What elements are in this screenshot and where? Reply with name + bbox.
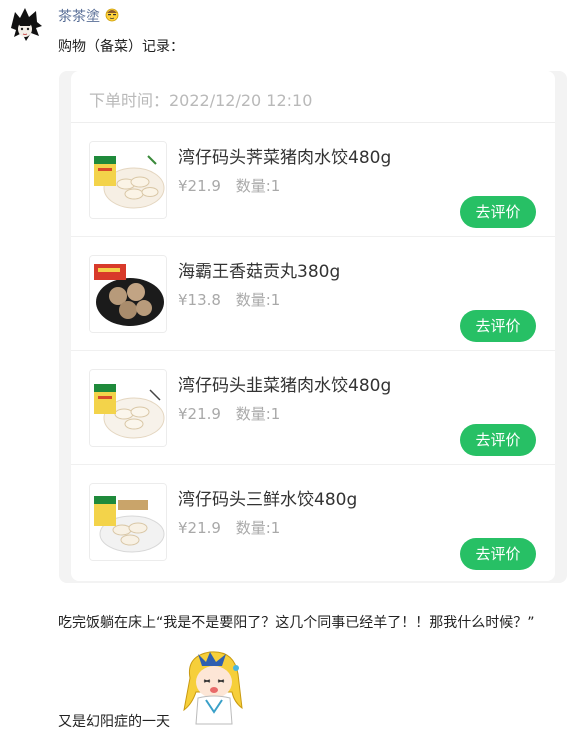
product-meta: ¥21.9 数量:1 [178, 403, 280, 424]
review-button[interactable]: 去评价 [460, 310, 536, 342]
order-item[interactable]: 湾仔码头三鲜水饺480g ¥21.9 数量:1 去评价 [71, 465, 555, 579]
product-name[interactable]: 湾仔码头荠菜猪肉水饺480g [178, 143, 391, 168]
post-caption: 吃完饭躺在床上“我是不是要阳了？这几个同事已经羊了！！那我什么时候？” [58, 615, 535, 631]
order-item[interactable]: 湾仔码头韭菜猪肉水饺480g ¥21.9 数量:1 去评价 [71, 351, 555, 465]
avatar[interactable] [6, 6, 44, 44]
anime-girl-sticker[interactable] [176, 648, 252, 728]
product-name[interactable]: 湾仔码头韭菜猪肉水饺480g [178, 371, 391, 396]
order-item[interactable]: 湾仔码头荠菜猪肉水饺480g ¥21.9 数量:1 去评价 [71, 123, 555, 237]
order-panel: 下单时间：2022/12/20 12:10 湾仔码头荠菜猪肉水饺480g ¥21… [71, 71, 555, 581]
product-meta: ¥21.9 数量:1 [178, 517, 280, 538]
product-price: ¥21.9 [178, 177, 221, 195]
product-price: ¥21.9 [178, 519, 221, 537]
product-meta: ¥13.8 数量:1 [178, 289, 280, 310]
order-card: 下单时间：2022/12/20 12:10 湾仔码头荠菜猪肉水饺480g ¥21… [59, 71, 567, 583]
username-label[interactable]: 茶茶塗 [58, 6, 100, 26]
product-name[interactable]: 湾仔码头三鲜水饺480g [178, 485, 357, 510]
order-item[interactable]: 海霸王香菇贡丸380g ¥13.8 数量:1 去评价 [71, 237, 555, 351]
product-thumbnail[interactable] [89, 483, 167, 561]
intro-text: 购物（备菜）记录： [58, 39, 184, 55]
product-quantity: 数量:1 [235, 291, 281, 309]
product-meta: ¥21.9 数量:1 [178, 175, 280, 196]
review-button[interactable]: 去评价 [460, 424, 536, 456]
review-button[interactable]: 去评价 [460, 538, 536, 570]
order-time: 下单时间：2022/12/20 12:10 [89, 91, 313, 110]
product-thumbnail[interactable] [89, 369, 167, 447]
product-thumbnail[interactable] [89, 141, 167, 219]
product-quantity: 数量:1 [235, 405, 281, 423]
product-price: ¥21.9 [178, 405, 221, 423]
product-thumbnail[interactable] [89, 255, 167, 333]
product-price: ¥13.8 [178, 291, 221, 309]
review-button[interactable]: 去评价 [460, 196, 536, 228]
product-quantity: 数量:1 [235, 519, 281, 537]
post-caption-2: 又是幻阳症的一天 [58, 714, 170, 730]
username[interactable]: 茶茶塗 [58, 6, 120, 26]
product-name[interactable]: 海霸王香菇贡丸380g [178, 257, 340, 282]
face-emoji-icon [104, 6, 120, 26]
product-quantity: 数量:1 [235, 177, 281, 195]
